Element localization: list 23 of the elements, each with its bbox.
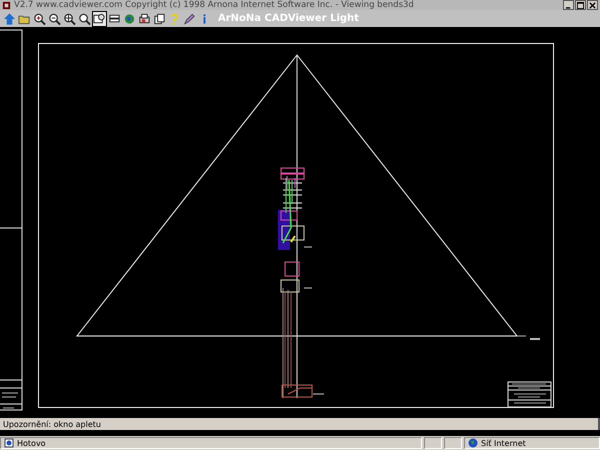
magnifier-icon: [48, 12, 61, 26]
app-title: ArNoNa CADViewer Light: [218, 13, 359, 24]
magnifier-icon: [63, 12, 76, 26]
question-mark-icon: [168, 12, 181, 26]
copy-icon: [153, 12, 166, 26]
magnifier-icon: [33, 12, 46, 26]
minimize-button[interactable]: [563, 0, 574, 10]
globe-icon: [123, 12, 136, 26]
globe-icon: [468, 438, 478, 448]
zone-text: Síť Internet: [481, 438, 526, 448]
maximize-button[interactable]: [575, 0, 586, 10]
applet-warning-text: Upozornění: okno apletu: [3, 420, 101, 429]
arrow-icon: [3, 12, 16, 26]
pen-icon: [183, 12, 196, 26]
window-title: V2.7 www.cadviewer.com Copyright (c) 1998 Arnona Internet Software Inc. - Viewing bends3d: [14, 0, 415, 10]
page-icon: [4, 438, 14, 448]
magnifier-window-icon: [93, 12, 106, 26]
status-text: Hotovo: [17, 438, 46, 448]
status-panel: [424, 437, 442, 449]
toolbar-button[interactable]: [92, 10, 107, 27]
magnifier-icon: [78, 12, 91, 26]
status-panel: [444, 437, 462, 449]
close-button[interactable]: [587, 0, 598, 10]
